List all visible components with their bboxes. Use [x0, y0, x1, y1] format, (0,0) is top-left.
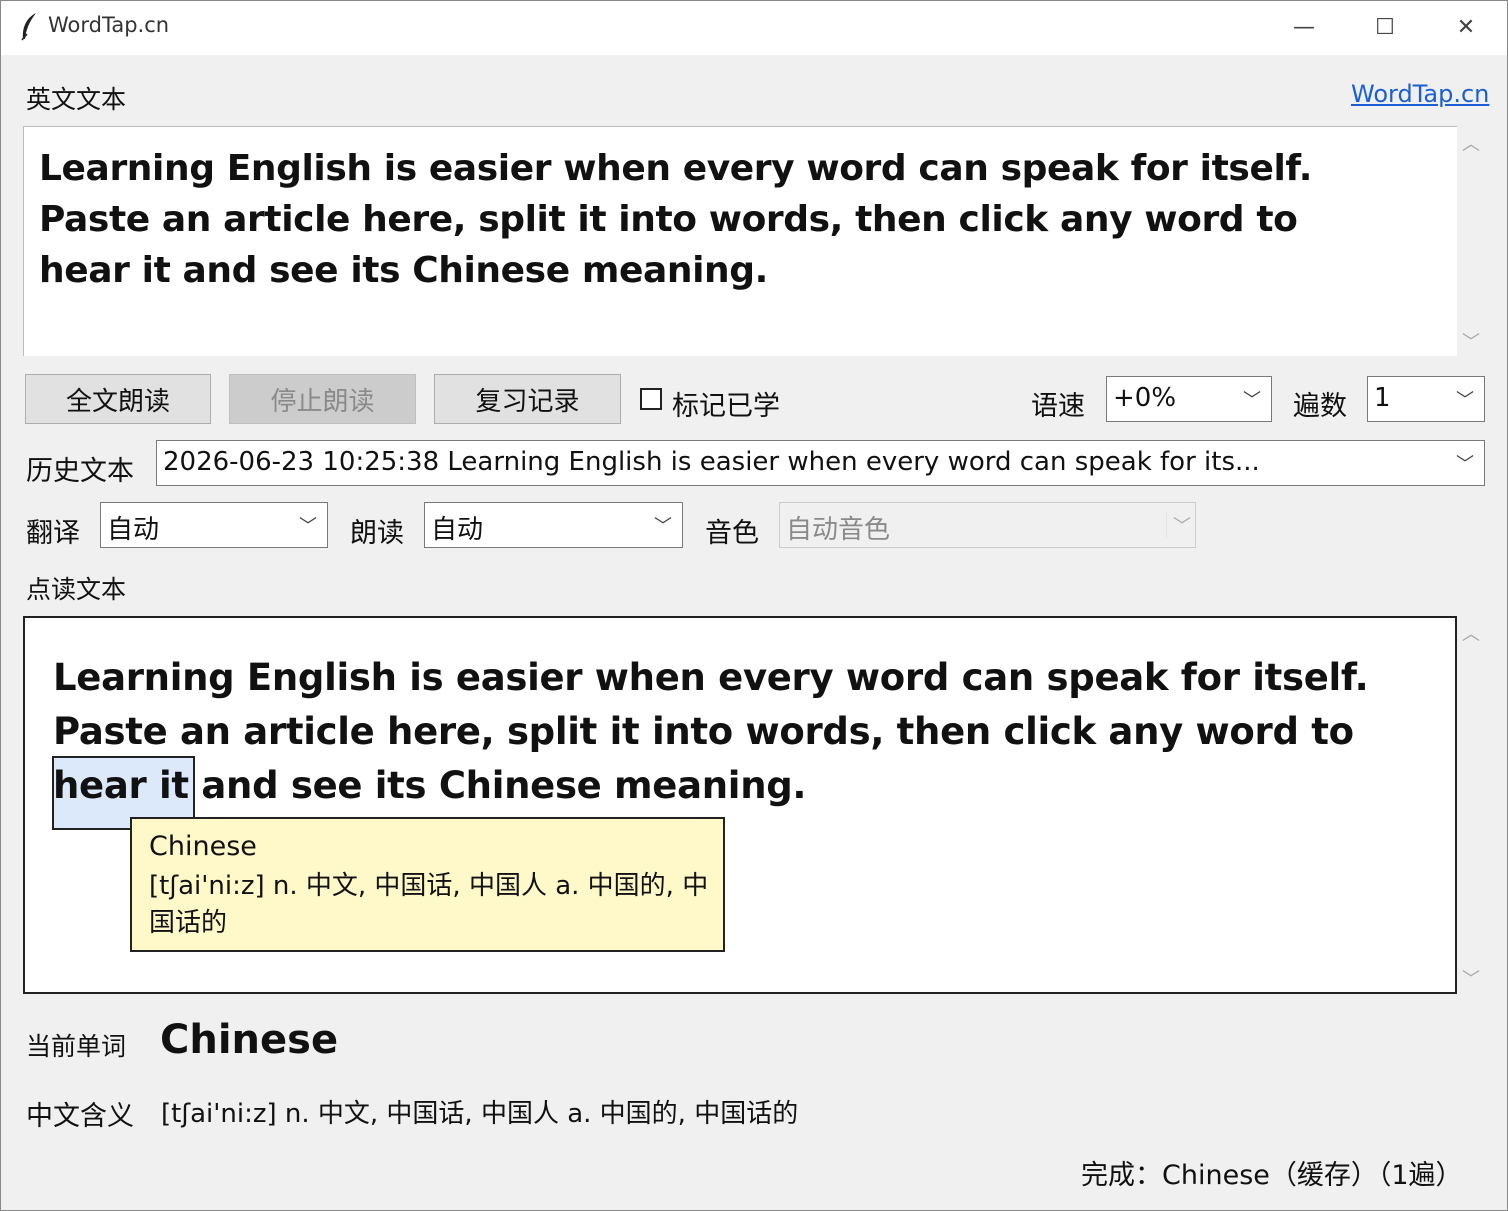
current-word-label: 当前单词 — [26, 1032, 127, 1061]
mark-learned-label[interactable]: 标记已学 — [672, 384, 780, 423]
voice-value: 自动音色 — [786, 515, 891, 545]
voice-label: 音色 — [705, 518, 759, 549]
translate-label: 翻译 — [26, 518, 80, 549]
reading-text-content[interactable]: Learning English is easier when every wo… — [53, 651, 1383, 813]
repeat-select[interactable]: 1 ﹀ — [1367, 376, 1485, 422]
chevron-down-icon: ﹀ — [1243, 390, 1261, 411]
meaning-value: [tʃai'ni:z] n. 中文, 中国话, 中国人 a. 中国的, 中国话的 — [161, 1099, 799, 1129]
chevron-down-icon[interactable]: ﹀ — [1462, 328, 1480, 354]
website-link[interactable]: WordTap.cn — [1351, 80, 1489, 108]
mark-learned-checkbox[interactable] — [640, 388, 662, 410]
repeat-label: 遍数 — [1293, 391, 1347, 422]
speed-label: 语速 — [1031, 391, 1085, 422]
speed-select[interactable]: +0% ﹀ — [1106, 376, 1272, 422]
repeat-value: 1 — [1374, 383, 1391, 413]
english-text-label: 英文文本 — [26, 85, 127, 114]
chevron-down-icon: ﹀ — [1166, 512, 1191, 538]
chevron-down-icon: ﹀ — [1456, 390, 1474, 411]
voice-select[interactable]: 自动音色 ﹀ — [779, 502, 1196, 548]
history-value: 2026-06-23 10:25:38 Learning English is … — [163, 447, 1260, 477]
meaning-label: 中文含义 — [26, 1101, 134, 1132]
speed-value: +0% — [1113, 383, 1177, 413]
read-mode-value: 自动 — [431, 515, 484, 545]
english-text-content[interactable]: Learning English is easier when every wo… — [39, 143, 1359, 296]
minimize-icon: — — [1293, 15, 1315, 40]
chevron-down-icon: ﹀ — [299, 516, 317, 537]
translate-value: 自动 — [107, 515, 160, 545]
stop-reading-button[interactable]: 停止朗读 — [229, 374, 416, 424]
translate-select[interactable]: 自动 ﹀ — [100, 502, 328, 548]
maximize-icon: ☐ — [1375, 15, 1395, 40]
reading-text-label: 点读文本 — [26, 575, 127, 604]
reading-text-after[interactable]: meaning. — [601, 764, 806, 807]
tooltip-definition: [tʃai'ni:z] n. 中文, 中国话, 中国人 a. 中国的, 中国话的 — [149, 871, 709, 938]
chevron-down-icon: ﹀ — [654, 516, 672, 537]
chevron-down-icon[interactable]: ﹀ — [1462, 965, 1480, 991]
history-select[interactable]: 2026-06-23 10:25:38 Learning English is … — [156, 440, 1485, 486]
status-text: 完成：Chinese（缓存）（1遍） — [1081, 1160, 1463, 1191]
current-word-value: Chinese — [160, 1017, 339, 1063]
review-history-button[interactable]: 复习记录 — [434, 374, 621, 424]
close-button[interactable]: ✕ — [1426, 0, 1506, 55]
tooltip-word: Chinese — [149, 831, 257, 862]
minimize-button[interactable]: — — [1264, 0, 1344, 55]
read-mode-label: 朗读 — [350, 518, 404, 549]
window-title: WordTap.cn — [48, 13, 170, 37]
read-all-button[interactable]: 全文朗读 — [25, 374, 211, 424]
read-mode-select[interactable]: 自动 ﹀ — [424, 502, 683, 548]
feather-icon — [21, 13, 36, 41]
chevron-up-icon[interactable]: ︿ — [1462, 620, 1480, 646]
history-label: 历史文本 — [26, 456, 134, 487]
selected-word[interactable]: Chinese — [439, 764, 602, 807]
maximize-button[interactable]: ☐ — [1345, 0, 1425, 55]
chevron-down-icon: ﹀ — [1456, 454, 1474, 475]
chevron-up-icon[interactable]: ︿ — [1462, 130, 1480, 156]
close-icon: ✕ — [1456, 15, 1476, 40]
